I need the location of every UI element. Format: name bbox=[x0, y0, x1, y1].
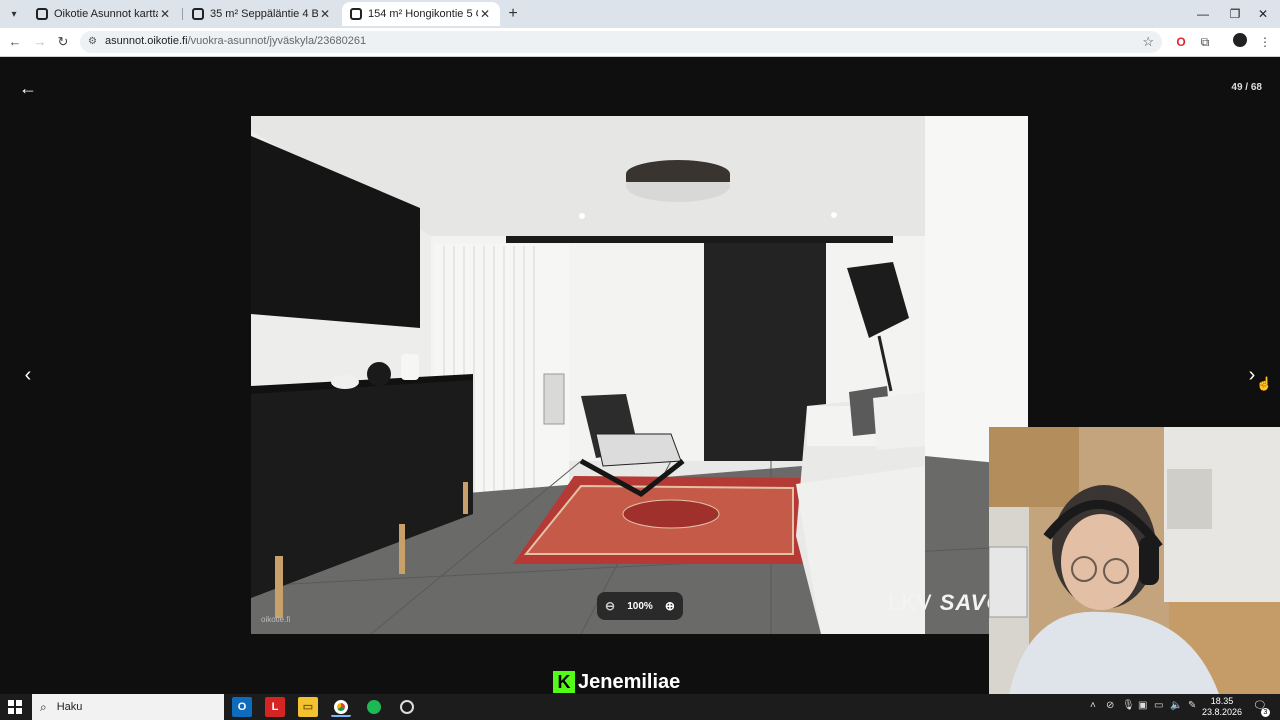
oikotie-favicon-icon bbox=[192, 8, 204, 20]
tab-title: 35 m² Seppäläntie 4 B, 40320 Jyväskylä bbox=[210, 8, 318, 20]
mouse-pointer-icon: ☝ bbox=[1256, 376, 1273, 391]
obs-icon[interactable] bbox=[397, 697, 417, 717]
living-room-photo-illustration bbox=[251, 116, 1028, 634]
clock-time: 18.35 bbox=[1210, 696, 1234, 706]
tray-network-icon[interactable]: ▭ bbox=[1154, 700, 1163, 711]
tab-search-chevron-icon[interactable]: ▾ bbox=[4, 4, 24, 24]
tray-pen-icon[interactable]: ✎ bbox=[1188, 700, 1196, 711]
new-tab-button[interactable]: + bbox=[503, 4, 523, 24]
image-counter: 49 / 68 bbox=[1231, 82, 1262, 93]
tray-display-icon[interactable]: ▣ bbox=[1138, 700, 1147, 711]
close-window-button[interactable]: ✕ bbox=[1240, 0, 1280, 28]
brand-light-text: LKV bbox=[888, 590, 933, 615]
zoom-in-icon[interactable]: ⊕ bbox=[665, 599, 675, 613]
kick-logo-icon: K bbox=[553, 671, 575, 693]
tab-seppalantie[interactable]: 35 m² Seppäläntie 4 B, 40320 Jyväskylä ✕ bbox=[184, 2, 340, 26]
back-button[interactable]: ← bbox=[5, 32, 25, 52]
taskbar-clock[interactable]: 18.35 23.8.2026 bbox=[1200, 696, 1244, 718]
zoom-level: 100% bbox=[627, 600, 653, 612]
notification-center-icon[interactable]: 🗨 3 bbox=[1252, 699, 1270, 717]
streamer-label: K Jenemiliae bbox=[553, 670, 680, 694]
tab-title: Oikotie Asunnot kartta bbox=[54, 8, 158, 20]
listing-photo: oikotie.fi LKV SAVOL bbox=[251, 116, 1028, 634]
windows-start-icon[interactable] bbox=[8, 700, 22, 714]
close-icon[interactable]: ✕ bbox=[318, 7, 332, 21]
streamer-name: Jenemiliae bbox=[578, 670, 681, 693]
image-watermark: oikotie.fi bbox=[261, 615, 291, 624]
tab-strip: ▾ Oikotie Asunnot kartta ✕ 35 m² Seppälä… bbox=[0, 0, 1280, 28]
bookmark-star-icon[interactable]: ☆ bbox=[1142, 34, 1154, 50]
l-app-icon[interactable]: L bbox=[265, 697, 285, 717]
tray-network-off-icon[interactable]: ⊘ bbox=[1106, 700, 1114, 711]
url-text: asunnot.oikotie.fi/vuokra-asunnot/jyväsk… bbox=[105, 35, 366, 47]
chrome-icon[interactable] bbox=[331, 697, 351, 717]
tab-oikotie-map[interactable]: Oikotie Asunnot kartta ✕ bbox=[28, 2, 180, 26]
url-path: /vuokra-asunnot/jyväskyla/23680261 bbox=[187, 35, 367, 47]
outlook-icon[interactable]: O bbox=[232, 697, 252, 717]
reload-button[interactable]: ↻ bbox=[53, 32, 73, 52]
close-icon[interactable]: ✕ bbox=[478, 7, 492, 21]
tab-title: 154 m² Hongikontie 5 C, 40200 Jyväskylä bbox=[368, 8, 478, 20]
tab-divider bbox=[182, 8, 183, 20]
forward-button[interactable]: → bbox=[30, 32, 50, 52]
zoom-out-icon[interactable]: ⊖ bbox=[605, 599, 615, 613]
profile-avatar[interactable] bbox=[1231, 33, 1249, 51]
clock-date: 23.8.2026 bbox=[1201, 707, 1243, 717]
browser-toolbar: ← → ↻ ⚙ asunnot.oikotie.fi/vuokra-asunno… bbox=[0, 28, 1280, 57]
taskbar-search-input[interactable]: ⌕ Haku bbox=[32, 694, 224, 720]
zoom-controls: ⊖ 100% ⊕ bbox=[597, 592, 683, 620]
browser-menu-icon[interactable]: ⋮ bbox=[1256, 33, 1274, 51]
notification-count: 3 bbox=[1261, 708, 1270, 717]
oikotie-favicon-icon bbox=[350, 8, 362, 20]
spotify-icon[interactable] bbox=[364, 697, 384, 717]
close-gallery-arrow-icon[interactable]: ← bbox=[18, 78, 38, 98]
webcam-feed-illustration bbox=[989, 427, 1280, 694]
search-icon: ⌕ bbox=[40, 699, 47, 714]
address-bar[interactable]: ⚙ asunnot.oikotie.fi/vuokra-asunnot/jyvä… bbox=[80, 31, 1162, 53]
tray-volume-icon[interactable]: 🔈 bbox=[1170, 700, 1182, 711]
close-icon[interactable]: ✕ bbox=[158, 7, 172, 21]
tray-chevron-icon[interactable]: ˄ bbox=[1090, 700, 1096, 711]
webcam-overlay bbox=[989, 427, 1280, 694]
url-host: asunnot.oikotie.fi bbox=[105, 35, 188, 47]
extensions-puzzle-icon[interactable]: ⧉ bbox=[1196, 33, 1214, 51]
oikotie-favicon-icon bbox=[36, 8, 48, 20]
tray-microphone-icon[interactable]: 🎙 bbox=[1122, 700, 1135, 711]
taskbar: ⌕ Haku O L ▭ ˄ ⊘ 🎙 ▣ ▭ 🔈 ✎ 18.35 23.8.20… bbox=[0, 694, 1280, 720]
search-placeholder: Haku bbox=[56, 701, 83, 713]
previous-image-chevron-icon[interactable]: ‹ bbox=[18, 364, 38, 388]
file-explorer-icon[interactable]: ▭ bbox=[298, 697, 318, 717]
tab-hongikontie[interactable]: 154 m² Hongikontie 5 C, 40200 Jyväskylä … bbox=[342, 2, 500, 26]
opera-extension-icon[interactable]: O bbox=[1172, 33, 1190, 51]
site-info-icon[interactable]: ⚙ bbox=[88, 36, 100, 48]
